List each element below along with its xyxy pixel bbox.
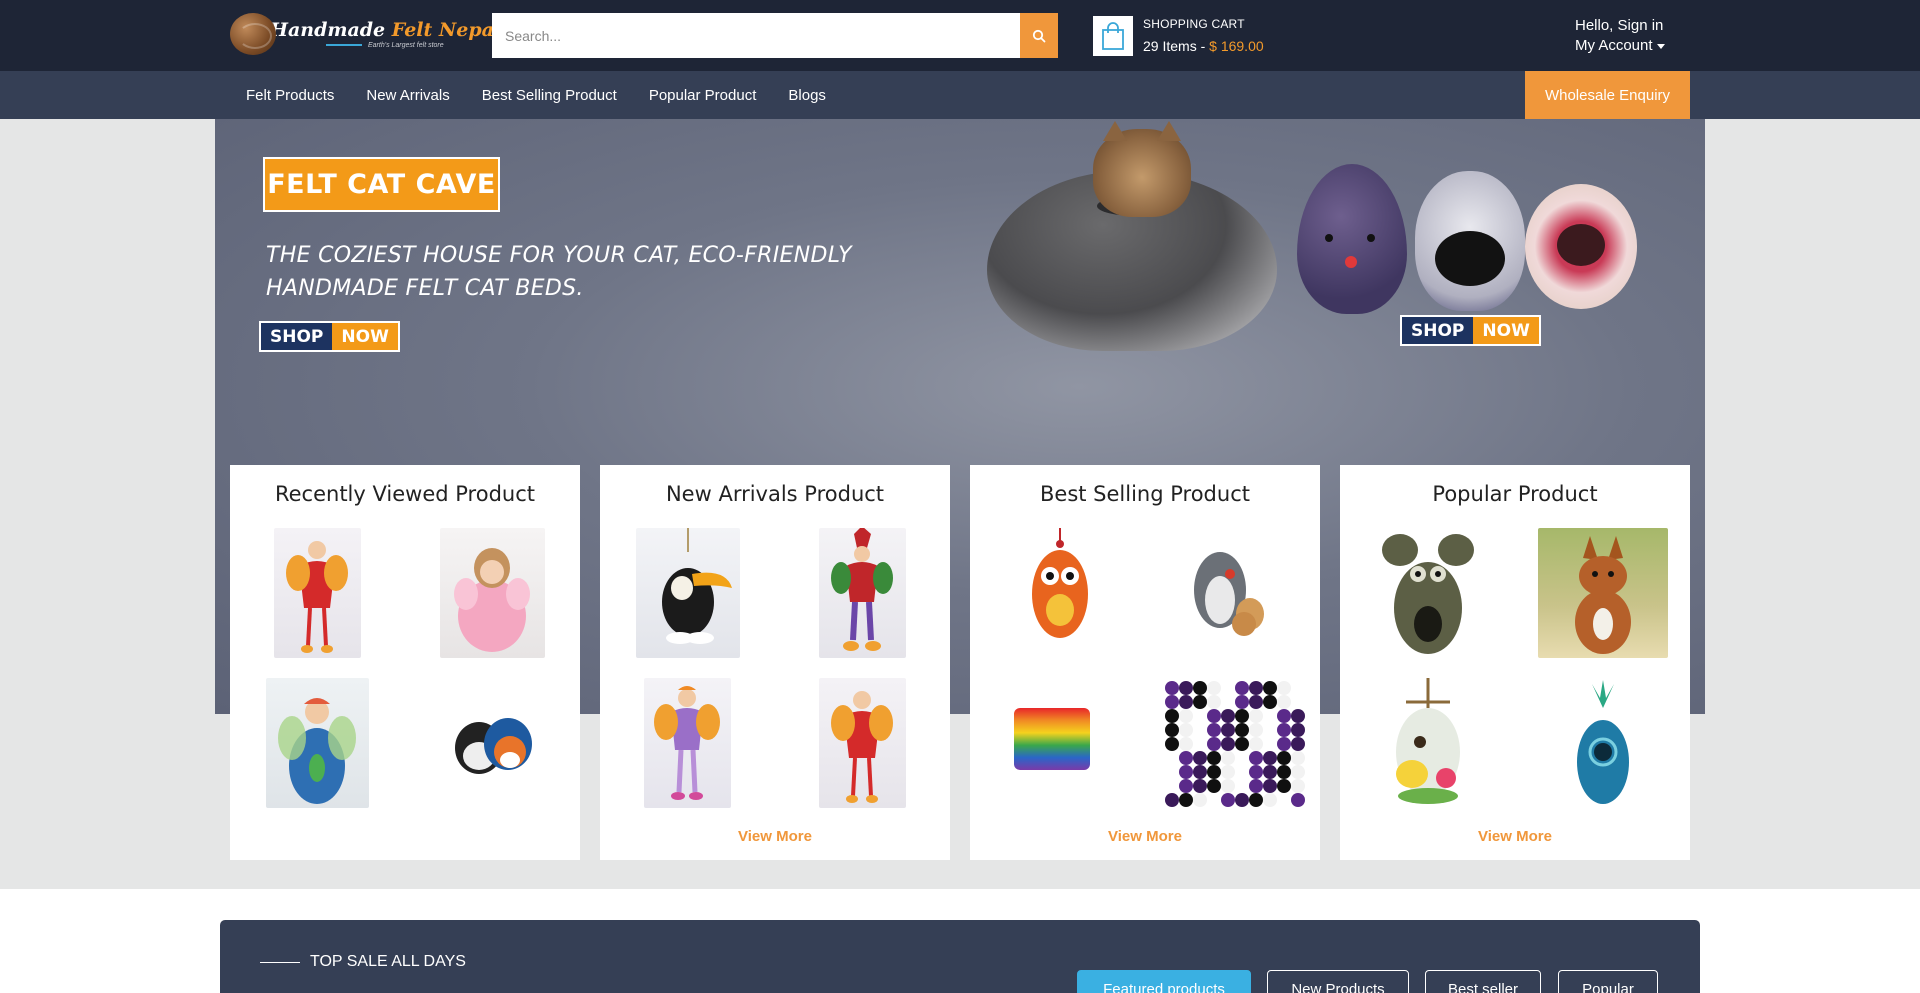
cart-count: 29 Items - $ 169.00: [1143, 38, 1264, 54]
product-thumb-ball-rug[interactable]: [1155, 678, 1310, 808]
shop-now-now: NOW: [1473, 317, 1539, 344]
banner-tagline: THE COZIEST HOUSE FOR YOUR CAT, ECO-FRIE…: [266, 239, 852, 305]
panel-title: Popular Product: [1432, 482, 1598, 506]
caret-down-icon: [1656, 43, 1665, 49]
top-sale-section: TOP SALE ALL DAYS Featured products New …: [220, 920, 1700, 993]
logo-text: Handmade Felt Nepal Earth's Largest felt…: [270, 19, 501, 49]
tab-new-products[interactable]: New Products: [1267, 970, 1409, 993]
product-thumb-bird-house[interactable]: [1376, 678, 1480, 808]
nav-felt-products[interactable]: Felt Products: [230, 87, 350, 104]
logo-tagline: Earth's Largest felt store: [368, 42, 501, 49]
recently-viewed-panel: Recently Viewed Product: [230, 465, 580, 860]
nav-best-selling[interactable]: Best Selling Product: [466, 87, 633, 104]
popular-product-panel: Popular Product View More: [1340, 465, 1690, 860]
panel-title: New Arrivals Product: [665, 482, 885, 506]
cart-summary: SHOPPING CART 29 Items - $ 169.00: [1143, 16, 1264, 54]
nav-new-arrivals[interactable]: New Arrivals: [350, 87, 465, 104]
wholesale-enquiry-button[interactable]: Wholesale Enquiry: [1525, 71, 1690, 119]
nav-blogs[interactable]: Blogs: [772, 87, 842, 104]
product-thumb-red-fairy[interactable]: [819, 678, 906, 808]
product-thumb-purple-fairy[interactable]: [644, 678, 731, 808]
shop-now-shop: SHOP: [1402, 317, 1474, 344]
product-thumb-mouse-cave[interactable]: [1368, 528, 1488, 658]
view-more-link[interactable]: View More: [600, 828, 950, 845]
shop-now-now: NOW: [332, 323, 398, 350]
banner-tagline-line1: THE COZIEST HOUSE FOR YOUR CAT, ECO-FRIE…: [266, 243, 852, 268]
product-thumb-blue-fairy[interactable]: [266, 678, 369, 808]
tab-popular[interactable]: Popular: [1558, 970, 1658, 993]
tab-featured-products[interactable]: Featured products: [1077, 970, 1251, 993]
new-arrivals-panel: New Arrivals Product View More: [600, 465, 950, 860]
view-more-link[interactable]: View More: [970, 828, 1320, 845]
felt-ball-logo-icon: [230, 13, 276, 55]
sign-in-link[interactable]: Hello, Sign in: [1575, 16, 1665, 36]
cart-title: SHOPPING CART: [1143, 17, 1245, 31]
product-thumb-rainbow-pouch[interactable]: [1010, 678, 1094, 808]
shop-now-shop: SHOP: [261, 323, 333, 350]
product-thumb-orange-owl[interactable]: [1020, 528, 1100, 658]
account-menu[interactable]: Hello, Sign in My Account: [1575, 16, 1665, 56]
cart-total: $ 169.00: [1209, 38, 1264, 54]
search-button[interactable]: [1020, 13, 1058, 58]
my-account-dropdown[interactable]: My Account: [1575, 36, 1665, 56]
shopping-bag-icon: [1093, 16, 1133, 56]
logo-title-accent: Felt Nepal: [391, 19, 502, 41]
shop-now-button[interactable]: SHOP NOW: [259, 321, 400, 352]
cart-items-count: 29 Items -: [1143, 38, 1210, 54]
product-thumb-toucan[interactable]: [636, 528, 740, 658]
cat-image: [1093, 121, 1191, 217]
banner-tagline-line2: HANDMADE FELT CAT BEDS.: [266, 276, 584, 301]
mouse-cat-cave-image: [1297, 164, 1407, 314]
best-selling-panel: Best Selling Product View More: [970, 465, 1320, 860]
product-thumb-fox[interactable]: [1538, 528, 1668, 658]
nav-popular-product[interactable]: Popular Product: [633, 87, 773, 104]
flower-cat-cave-image: [1525, 184, 1637, 309]
banner-badge: FELT CAT CAVE: [263, 157, 500, 212]
product-thumb-animal-slippers[interactable]: [446, 678, 541, 808]
view-more-link[interactable]: View More: [1340, 828, 1690, 845]
top-header: Handmade Felt Nepal Earth's Largest felt…: [0, 0, 1920, 71]
shop-now-button-secondary[interactable]: SHOP NOW: [1400, 315, 1541, 346]
product-thumb-penguin-egg[interactable]: [1178, 528, 1278, 658]
logo-title: Handmade Felt Nepal: [270, 19, 501, 41]
tab-best-seller[interactable]: Best seller: [1425, 970, 1541, 993]
logo-title-main: Handmade: [270, 19, 392, 41]
panel-title: Recently Viewed Product: [274, 482, 535, 506]
product-thumb-christmas-elf[interactable]: [819, 526, 906, 658]
search-input[interactable]: [492, 13, 1020, 58]
search-bar: [492, 13, 1058, 58]
my-account-label: My Account: [1575, 37, 1653, 54]
site-logo[interactable]: Handmade Felt Nepal Earth's Largest felt…: [230, 12, 501, 56]
product-thumb-red-fairy[interactable]: [274, 528, 361, 658]
top-sale-label: TOP SALE ALL DAYS: [260, 953, 466, 971]
product-thumb-pink-angel[interactable]: [440, 528, 545, 658]
kitty-cat-cave-image: [1415, 171, 1525, 311]
panel-title: Best Selling Product: [1040, 482, 1250, 506]
search-icon: [1032, 29, 1046, 42]
product-thumb-blue-vase[interactable]: [1562, 678, 1644, 808]
shopping-cart[interactable]: SHOPPING CART 29 Items - $ 169.00: [1093, 16, 1264, 56]
